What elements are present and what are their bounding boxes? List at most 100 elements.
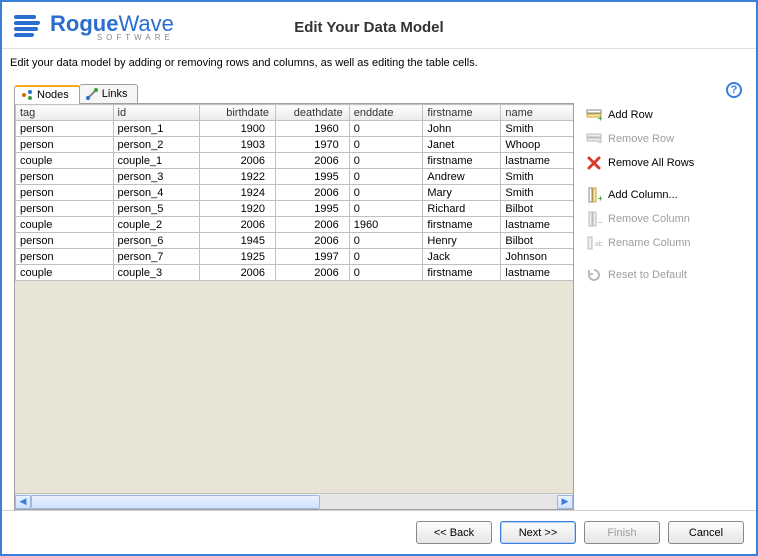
cell-name[interactable]: Johnson — [501, 249, 573, 265]
cell-deathdate[interactable]: 1995 — [276, 169, 350, 185]
cell-deathdate[interactable]: 1997 — [276, 249, 350, 265]
cell-name[interactable]: Smith — [501, 121, 573, 137]
cell-firstname[interactable]: Andrew — [423, 169, 501, 185]
cell-deathdate[interactable]: 2006 — [276, 217, 350, 233]
scroll-thumb[interactable] — [31, 495, 320, 509]
cell-name[interactable]: Whoop — [501, 137, 573, 153]
table-row[interactable]: personperson_4192420060MarySmithAdvoc — [16, 185, 574, 201]
column-header-enddate[interactable]: enddate — [349, 105, 423, 121]
table-row[interactable]: personperson_7192519970JackJohnsonTechn — [16, 249, 574, 265]
cell-enddate[interactable]: 1960 — [349, 217, 423, 233]
cell-birthdate[interactable]: 1925 — [200, 249, 276, 265]
cell-deathdate[interactable]: 1995 — [276, 201, 350, 217]
horizontal-scrollbar[interactable]: ◀ ▶ — [15, 493, 573, 509]
tab-links[interactable]: Links — [79, 84, 139, 103]
tab-nodes[interactable]: Nodes — [14, 85, 80, 104]
remove-all-rows-button[interactable]: Remove All Rows — [584, 151, 744, 175]
cell-name[interactable]: lastname — [501, 153, 573, 169]
cell-firstname[interactable]: firstname — [423, 217, 501, 233]
cell-tag[interactable]: person — [16, 185, 114, 201]
cell-firstname[interactable]: Jack — [423, 249, 501, 265]
cell-deathdate[interactable]: 1970 — [276, 137, 350, 153]
cell-id[interactable]: person_1 — [113, 121, 200, 137]
cell-birthdate[interactable]: 1903 — [200, 137, 276, 153]
cell-tag[interactable]: couple — [16, 265, 114, 281]
cell-birthdate[interactable]: 2006 — [200, 153, 276, 169]
cell-name[interactable]: lastname — [501, 217, 573, 233]
cell-enddate[interactable]: 0 — [349, 265, 423, 281]
cell-firstname[interactable]: Henry — [423, 233, 501, 249]
cell-enddate[interactable]: 0 — [349, 153, 423, 169]
cell-birthdate[interactable]: 2006 — [200, 265, 276, 281]
cell-enddate[interactable]: 0 — [349, 121, 423, 137]
cell-name[interactable]: Smith — [501, 185, 573, 201]
cell-birthdate[interactable]: 1922 — [200, 169, 276, 185]
cell-firstname[interactable]: Richard — [423, 201, 501, 217]
cell-tag[interactable]: couple — [16, 217, 114, 233]
cell-deathdate[interactable]: 2006 — [276, 153, 350, 169]
cell-id[interactable]: person_4 — [113, 185, 200, 201]
cell-deathdate[interactable]: 1960 — [276, 121, 350, 137]
cell-id[interactable]: person_3 — [113, 169, 200, 185]
cell-id[interactable]: couple_3 — [113, 265, 200, 281]
cell-enddate[interactable]: 0 — [349, 169, 423, 185]
column-header-name[interactable]: name — [501, 105, 573, 121]
cell-birthdate[interactable]: 1920 — [200, 201, 276, 217]
cell-firstname[interactable]: firstname — [423, 153, 501, 169]
table-row[interactable]: personperson_1190019600JohnSmithteache — [16, 121, 574, 137]
table-row[interactable]: personperson_3192219950AndrewSmithengine — [16, 169, 574, 185]
scroll-track[interactable] — [31, 495, 557, 509]
cell-firstname[interactable]: John — [423, 121, 501, 137]
cell-name[interactable]: lastname — [501, 265, 573, 281]
cell-birthdate[interactable]: 1924 — [200, 185, 276, 201]
cell-enddate[interactable]: 0 — [349, 137, 423, 153]
cell-enddate[interactable]: 0 — [349, 249, 423, 265]
cell-tag[interactable]: couple — [16, 153, 114, 169]
table-row[interactable]: personperson_6194520060HenryBilbotDriver — [16, 233, 574, 249]
cell-name[interactable]: Smith — [501, 169, 573, 185]
table-row[interactable]: couplecouple_3200620060firstnamelastname… — [16, 265, 574, 281]
column-header-birthdate[interactable]: birthdate — [200, 105, 276, 121]
cell-id[interactable]: couple_1 — [113, 153, 200, 169]
cell-id[interactable]: person_6 — [113, 233, 200, 249]
cell-enddate[interactable]: 0 — [349, 185, 423, 201]
scroll-right-icon[interactable]: ▶ — [557, 495, 573, 509]
cell-id[interactable]: person_5 — [113, 201, 200, 217]
cell-enddate[interactable]: 0 — [349, 233, 423, 249]
back-button[interactable]: << Back — [416, 521, 492, 544]
table-row[interactable]: couplecouple_2200620061960firstnamelastn… — [16, 217, 574, 233]
scroll-left-icon[interactable]: ◀ — [15, 495, 31, 509]
table-row[interactable]: couplecouple_1200620060firstnamelastname… — [16, 153, 574, 169]
cell-id[interactable]: couple_2 — [113, 217, 200, 233]
cancel-button[interactable]: Cancel — [668, 521, 744, 544]
table-row[interactable]: personperson_5192019950RichardBilbotWrit… — [16, 201, 574, 217]
cell-tag[interactable]: person — [16, 137, 114, 153]
cell-name[interactable]: Bilbot — [501, 201, 573, 217]
cell-deathdate[interactable]: 2006 — [276, 265, 350, 281]
cell-tag[interactable]: person — [16, 249, 114, 265]
cell-firstname[interactable]: firstname — [423, 265, 501, 281]
cell-tag[interactable]: person — [16, 233, 114, 249]
column-header-firstname[interactable]: firstname — [423, 105, 501, 121]
cell-tag[interactable]: person — [16, 121, 114, 137]
column-header-deathdate[interactable]: deathdate — [276, 105, 350, 121]
next-button[interactable]: Next >> — [500, 521, 576, 544]
cell-firstname[interactable]: Janet — [423, 137, 501, 153]
column-header-id[interactable]: id — [113, 105, 200, 121]
cell-name[interactable]: Bilbot — [501, 233, 573, 249]
add-row-button[interactable]: + Add Row — [584, 103, 744, 127]
help-icon[interactable]: ? — [726, 82, 742, 98]
cell-deathdate[interactable]: 2006 — [276, 185, 350, 201]
cell-deathdate[interactable]: 2006 — [276, 233, 350, 249]
cell-birthdate[interactable]: 1900 — [200, 121, 276, 137]
cell-firstname[interactable]: Mary — [423, 185, 501, 201]
cell-birthdate[interactable]: 2006 — [200, 217, 276, 233]
cell-birthdate[interactable]: 1945 — [200, 233, 276, 249]
cell-enddate[interactable]: 0 — [349, 201, 423, 217]
cell-id[interactable]: person_2 — [113, 137, 200, 153]
cell-id[interactable]: person_7 — [113, 249, 200, 265]
add-column-button[interactable]: + Add Column... — [584, 183, 744, 207]
cell-tag[interactable]: person — [16, 201, 114, 217]
table-row[interactable]: personperson_2190319700JanetWhoopPlayer — [16, 137, 574, 153]
data-grid[interactable]: tagidbirthdatedeathdateenddatefirstnamen… — [15, 104, 573, 281]
